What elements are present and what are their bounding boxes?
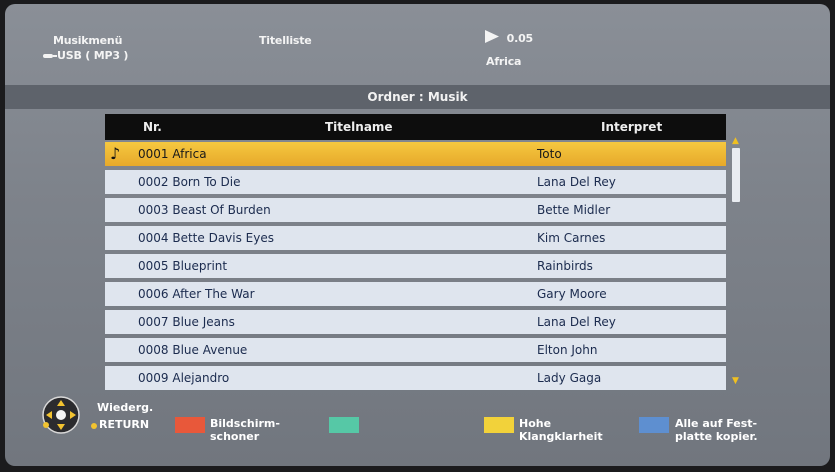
- scroll-up-arrow-icon[interactable]: ▲: [732, 136, 739, 146]
- track-row[interactable]: 0005 Blueprint Rainbirds: [105, 254, 726, 278]
- blue-button[interactable]: [639, 417, 669, 433]
- play-status: 0.05: [485, 30, 533, 45]
- yellow-button[interactable]: [484, 417, 514, 433]
- track-title: 0005 Blueprint: [138, 259, 228, 273]
- track-title: 0002 Born To Die: [138, 175, 241, 189]
- play-time: 0.05: [506, 32, 534, 45]
- track-artist: Rainbirds: [537, 259, 593, 273]
- track-row[interactable]: 0004 Bette Davis Eyes Kim Carnes: [105, 226, 726, 250]
- ok-dot-icon: [43, 422, 49, 428]
- track-title: 0004 Bette Davis Eyes: [138, 231, 274, 245]
- play-icon: [485, 30, 499, 43]
- column-header-number: Nr.: [143, 120, 162, 134]
- green-button[interactable]: [329, 417, 359, 433]
- track-title: 0009 Alejandro: [138, 371, 230, 385]
- red-button-label: Bildschirm-schoner: [210, 417, 280, 443]
- track-row[interactable]: 0007 Blue Jeans Lana Del Rey: [105, 310, 726, 334]
- track-title: 0006 After The War: [138, 287, 255, 301]
- yellow-button-label: Hohe Klangklarheit: [519, 417, 603, 443]
- track-title: 0008 Blue Avenue: [138, 343, 248, 357]
- folder-bar: Ordner : Musik: [5, 85, 830, 109]
- music-note-icon: ♪: [110, 144, 121, 163]
- track-row[interactable]: 0008 Blue Avenue Elton John: [105, 338, 726, 362]
- track-row[interactable]: 0003 Beast Of Burden Bette Midler: [105, 198, 726, 222]
- blue-button-label: Alle auf Fest-platte kopier.: [675, 417, 758, 443]
- navigation-pad-icon[interactable]: [41, 395, 81, 435]
- column-header-artist: Interpret: [601, 120, 663, 134]
- track-title: 0001 Africa: [138, 147, 207, 161]
- track-row-selected[interactable]: ♪ 0001 Africa Toto: [105, 142, 726, 166]
- return-hint[interactable]: RETURN: [99, 418, 149, 431]
- track-row[interactable]: 0009 Alejandro Lady Gaga: [105, 366, 726, 390]
- track-artist: Lana Del Rey: [537, 315, 616, 329]
- current-track-title: Africa: [486, 55, 522, 68]
- source-label: USB ( MP3 ): [57, 49, 129, 62]
- track-row[interactable]: 0002 Born To Die Lana Del Rey: [105, 170, 726, 194]
- track-artist: Elton John: [537, 343, 598, 357]
- list-title: Titelliste: [259, 34, 312, 47]
- usb-icon: [43, 54, 57, 58]
- track-title: 0007 Blue Jeans: [138, 315, 235, 329]
- scroll-thumb[interactable]: [732, 148, 740, 202]
- scroll-down-arrow-icon[interactable]: ▼: [732, 376, 739, 386]
- track-title: 0003 Beast Of Burden: [138, 203, 271, 217]
- table-header: Nr. Titelname Interpret: [105, 114, 726, 140]
- track-artist: Toto: [537, 147, 562, 161]
- track-artist: Lady Gaga: [537, 371, 602, 385]
- navigation-pad[interactable]: [41, 395, 81, 439]
- track-artist: Lana Del Rey: [537, 175, 616, 189]
- music-menu-screen: Musikmenü USB ( MP3 ) Titelliste 0.05 Af…: [5, 4, 830, 466]
- red-button[interactable]: [175, 417, 205, 433]
- track-artist: Bette Midler: [537, 203, 611, 217]
- source-indicator: USB ( MP3 ): [43, 49, 128, 62]
- scrollbar[interactable]: ▲ ▼: [732, 136, 742, 388]
- column-header-title: Titelname: [325, 120, 393, 134]
- track-row[interactable]: 0006 After The War Gary Moore: [105, 282, 726, 306]
- menu-title: Musikmenü: [53, 34, 123, 47]
- track-artist: Gary Moore: [537, 287, 607, 301]
- track-artist: Kim Carnes: [537, 231, 606, 245]
- return-dot-icon: [91, 423, 97, 429]
- play-hint: Wiederg.: [97, 401, 154, 414]
